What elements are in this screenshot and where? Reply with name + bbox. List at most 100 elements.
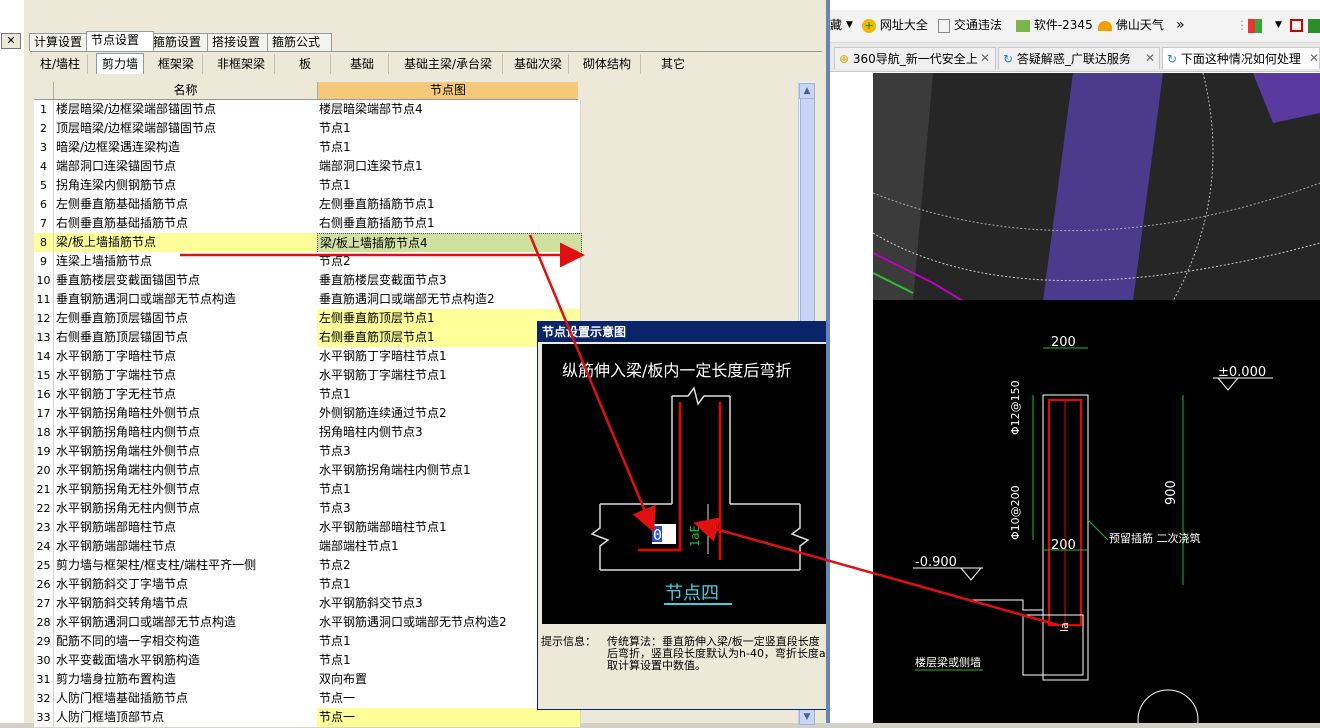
row-name-cell[interactable]: 水平钢筋端部端柱节点 <box>54 537 318 556</box>
table-row[interactable]: 8 梁/板上墙插筋节点 梁/板上墙插筋节点4 <box>34 233 582 254</box>
close-button[interactable]: ✕ <box>1 33 21 49</box>
table-row[interactable]: 16 水平钢筋丁字无柱节点 节点1 <box>34 385 581 405</box>
row-name-cell[interactable]: 水平钢筋丁字无柱节点 <box>54 385 318 404</box>
row-name-cell[interactable]: 暗梁/边框梁遇连梁构造 <box>54 138 318 157</box>
apps-icon[interactable] <box>1248 17 1262 33</box>
row-name-cell[interactable]: 水平钢筋拐角无柱外侧节点 <box>54 480 318 499</box>
row-name-cell[interactable]: 梁/板上墙插筋节点 <box>54 233 318 252</box>
row-node-cell[interactable]: 楼层暗梁端部节点4 <box>317 100 581 119</box>
scroll-up-icon[interactable]: ▲ <box>799 83 815 99</box>
row-node-cell[interactable]: 左侧垂直筋插筋节点1 <box>317 195 581 214</box>
table-row[interactable]: 21 水平钢筋拐角无柱外侧节点 节点1 <box>34 480 581 500</box>
tab-stirrup-settings[interactable]: 箍筋设置 <box>148 33 213 51</box>
row-node-cell[interactable]: 节点2 <box>317 252 581 271</box>
subtab-masonry[interactable]: 砌体结构 <box>574 54 641 74</box>
row-name-cell[interactable]: 左侧垂直筋顶层锚固节点 <box>54 309 318 328</box>
table-row[interactable]: 6 左侧垂直筋基础插筋节点 左侧垂直筋插筋节点1 <box>34 195 581 215</box>
tab-calc-settings[interactable]: 计算设置 <box>29 33 91 51</box>
table-row[interactable]: 23 水平钢筋端部暗柱节点 水平钢筋端部暗柱节点1 <box>34 518 581 538</box>
subtab-frame-beam[interactable]: 框架梁 <box>150 54 203 74</box>
table-row[interactable]: 12 左侧垂直筋顶层锚固节点 左侧垂直筋顶层节点1 <box>34 309 581 329</box>
row-node-cell[interactable]: 节点1 <box>317 119 581 138</box>
table-row[interactable]: 32 人防门框墙基础插筋节点 节点一 <box>34 689 581 709</box>
browser-tab-1[interactable]: ↻ 答疑解惑_广联达服务 <box>998 47 1160 69</box>
row-name-cell[interactable]: 水平钢筋拐角暗柱内侧节点 <box>54 423 318 442</box>
row-name-cell[interactable]: 水平钢筋拐角暗柱外侧节点 <box>54 404 318 423</box>
row-node-cell[interactable]: 节点一 <box>317 708 581 727</box>
row-node-cell[interactable]: 垂直筋楼层变截面节点3 <box>317 271 581 290</box>
subtab-shear-wall[interactable]: 剪力墙 <box>96 53 144 74</box>
table-row[interactable]: 3 暗梁/边框梁遇连梁构造 节点1 <box>34 138 581 158</box>
table-row[interactable]: 9 连梁上墙插筋节点 节点2 <box>34 252 581 272</box>
row-name-cell[interactable]: 楼层暗梁/边框梁端部锚固节点 <box>54 100 318 119</box>
row-node-cell[interactable]: 梁/板上墙插筋节点4 <box>317 233 582 254</box>
row-name-cell[interactable]: 水平钢筋丁字端柱节点 <box>54 366 318 385</box>
row-name-cell[interactable]: 水平钢筋拐角端柱外侧节点 <box>54 442 318 461</box>
table-row[interactable]: 7 右侧垂直筋基础插筋节点 右侧垂直筋插筋节点1 <box>34 214 581 234</box>
more-icon[interactable]: » <box>1176 17 1185 33</box>
subtab-foundation-main-beam[interactable]: 基础主梁/承台梁 <box>394 54 503 74</box>
browser-tab-2[interactable]: ↻ 下面这种情况如何处理 <box>1162 47 1320 69</box>
table-row[interactable]: 10 垂直筋楼层变截面锚固节点 垂直筋楼层变截面节点3 <box>34 271 581 291</box>
row-name-cell[interactable]: 水平钢筋拐角端柱内侧节点 <box>54 461 318 480</box>
row-node-cell[interactable]: 端部洞口连梁节点1 <box>317 157 581 176</box>
table-row[interactable]: 26 水平钢筋斜交丁字墙节点 节点1 <box>34 575 581 595</box>
table-row[interactable]: 17 水平钢筋拐角暗柱外侧节点 外侧钢筋连续通过节点2 <box>34 404 581 424</box>
table-row[interactable]: 31 剪力墙身拉筋布置构造 双向布置 <box>34 670 581 690</box>
subtab-foundation-secondary-beam[interactable]: 基础次梁 <box>508 54 569 74</box>
subtab-nonframe-beam[interactable]: 非框架梁 <box>208 54 275 74</box>
table-row[interactable]: 4 端部洞口连梁锚固节点 端部洞口连梁节点1 <box>34 157 581 177</box>
table-row[interactable]: 20 水平钢筋拐角端柱内侧节点 水平钢筋拐角端柱内侧节点1 <box>34 461 581 481</box>
grid-header-node[interactable]: 节点图 <box>318 82 578 99</box>
table-row[interactable]: 11 垂直钢筋遇洞口或端部无节点构造 垂直筋遇洞口或端部无节点构造2 <box>34 290 581 310</box>
table-row[interactable]: 2 顶层暗梁/边框梁端部锚固节点 节点1 <box>34 119 581 139</box>
row-name-cell[interactable]: 右侧垂直筋基础插筋节点 <box>54 214 318 233</box>
fav-item-4[interactable]: 软件-2345 <box>1016 17 1093 33</box>
row-name-cell[interactable]: 人防门框墙顶部节点 <box>54 708 318 727</box>
apps-dropdown-icon[interactable]: ▼ <box>1275 17 1282 33</box>
fav-item-0[interactable]: 藏 <box>830 17 842 33</box>
row-name-cell[interactable]: 水平钢筋端部暗柱节点 <box>54 518 318 537</box>
row-name-cell[interactable]: 拐角连梁内侧钢筋节点 <box>54 176 318 195</box>
table-row[interactable]: 33 人防门框墙顶部节点 节点一 <box>34 708 581 728</box>
subtab-other[interactable]: 其它 <box>646 54 700 74</box>
node-value-input[interactable] <box>652 524 676 544</box>
table-row[interactable]: 22 水平钢筋拐角无柱内侧节点 节点3 <box>34 499 581 519</box>
table-row[interactable]: 30 水平变截面墙水平钢筋构造 节点1 <box>34 651 581 671</box>
row-name-cell[interactable]: 人防门框墙基础插筋节点 <box>54 689 318 708</box>
row-node-cell[interactable]: 右侧垂直筋插筋节点1 <box>317 214 581 233</box>
table-row[interactable]: 5 拐角连梁内侧钢筋节点 节点1 <box>34 176 581 196</box>
subtab-slab[interactable]: 板 <box>280 54 331 74</box>
fav-item-5[interactable]: 佛山天气 <box>1098 17 1164 33</box>
row-name-cell[interactable]: 垂直钢筋遇洞口或端部无节点构造 <box>54 290 318 309</box>
extension2-icon[interactable] <box>1308 17 1320 33</box>
row-node-cell[interactable]: 垂直筋遇洞口或端部无节点构造2 <box>317 290 581 309</box>
tab-node-settings[interactable]: 节点设置 <box>86 31 154 51</box>
table-row[interactable]: 18 水平钢筋拐角暗柱内侧节点 拐角暗柱内侧节点3 <box>34 423 581 443</box>
row-node-cell[interactable]: 节点1 <box>317 138 581 157</box>
row-name-cell[interactable]: 水平钢筋丁字暗柱节点 <box>54 347 318 366</box>
row-name-cell[interactable]: 水平钢筋遇洞口或端部无节点构造 <box>54 613 318 632</box>
row-name-cell[interactable]: 水平变截面墙水平钢筋构造 <box>54 651 318 670</box>
row-name-cell[interactable]: 连梁上墙插筋节点 <box>54 252 318 271</box>
chevron-down-icon[interactable]: ▼ <box>846 17 853 33</box>
table-row[interactable]: 15 水平钢筋丁字端柱节点 水平钢筋丁字端柱节点1 <box>34 366 581 386</box>
row-name-cell[interactable]: 配筋不同的墙一字相交构造 <box>54 632 318 651</box>
table-row[interactable]: 19 水平钢筋拐角端柱外侧节点 节点3 <box>34 442 581 462</box>
fav-item-2[interactable]: + 网址大全 <box>862 17 928 33</box>
row-name-cell[interactable]: 垂直筋楼层变截面锚固节点 <box>54 271 318 290</box>
row-name-cell[interactable]: 水平钢筋拐角无柱内侧节点 <box>54 499 318 518</box>
row-name-cell[interactable]: 水平钢筋斜交转角墙节点 <box>54 594 318 613</box>
table-row[interactable]: 24 水平钢筋端部端柱节点 端部端柱节点1 <box>34 537 581 557</box>
grid-header-name[interactable]: 名称 <box>54 82 318 99</box>
close-icon[interactable]: ✕ <box>1309 51 1319 65</box>
extension-icon[interactable] <box>1290 17 1303 33</box>
row-name-cell[interactable]: 端部洞口连梁锚固节点 <box>54 157 318 176</box>
close-icon[interactable]: ✕ <box>1145 51 1155 65</box>
browser-tab-0[interactable]: ⊕ 360导航_新一代安全上 <box>834 47 996 69</box>
row-name-cell[interactable]: 剪力墙身拉筋布置构造 <box>54 670 318 689</box>
table-row[interactable]: 13 右侧垂直筋顶层锚固节点 右侧垂直筋顶层节点1 <box>34 328 581 348</box>
table-row[interactable]: 25 剪力墙与框架柱/框支柱/端柱平齐一侧 节点2 <box>34 556 581 576</box>
row-name-cell[interactable]: 顶层暗梁/边框梁端部锚固节点 <box>54 119 318 138</box>
fav-item-3[interactable]: 交通违法 <box>938 17 1002 33</box>
